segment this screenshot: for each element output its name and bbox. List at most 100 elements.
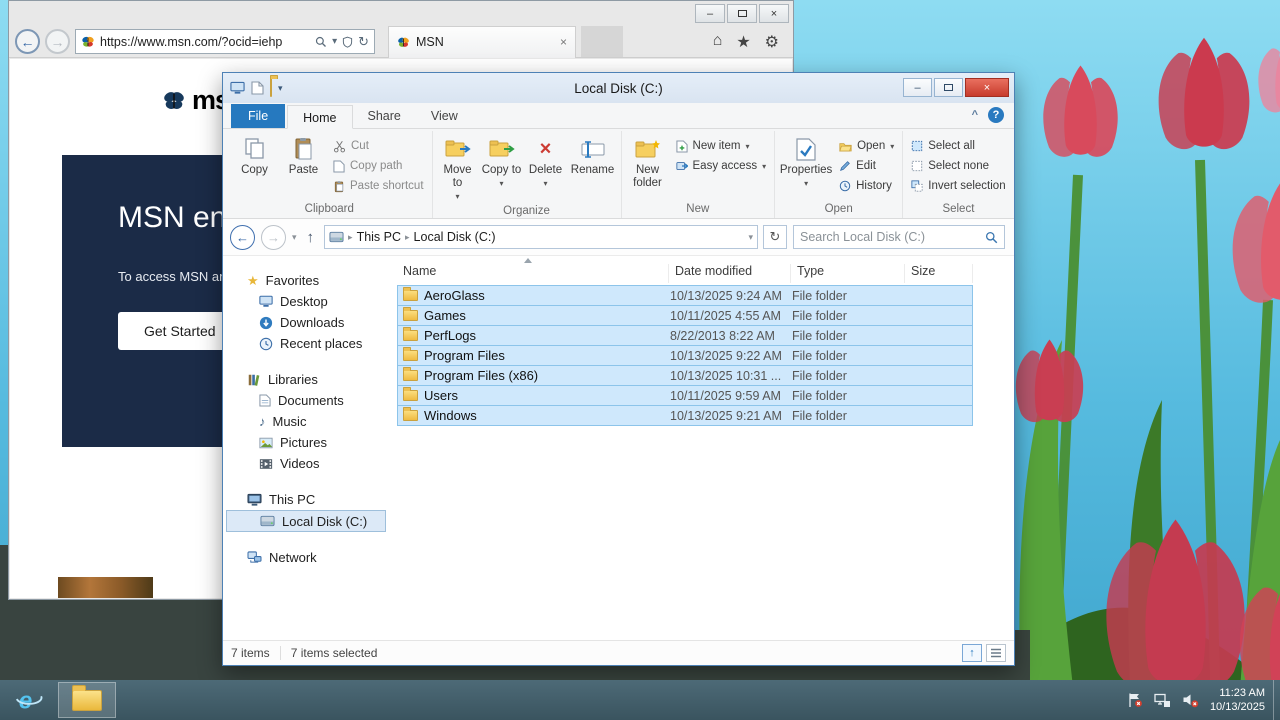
tab-msn[interactable]: MSN × (388, 25, 576, 58)
file-row-users[interactable]: Users 10/11/2025 9:59 AM File folder (397, 385, 973, 406)
qat-dropdown-icon[interactable]: ▾ (278, 83, 283, 94)
action-center-flag-icon[interactable] (1127, 692, 1143, 708)
breadcrumb-dropdown-icon[interactable]: ▾ (748, 232, 753, 243)
taskbar-clock[interactable]: 11:23 AM 10/13/2025 (1210, 686, 1265, 715)
chevron-right-icon[interactable]: ▸ (405, 232, 410, 243)
column-type[interactable]: Type (791, 264, 905, 283)
network-status-icon[interactable] (1154, 693, 1171, 708)
file-row-aeroglass[interactable]: AeroGlass 10/13/2025 9:24 AM File folder (397, 285, 973, 306)
history-button[interactable]: History (835, 176, 898, 196)
nav-back-button[interactable]: ← (230, 224, 255, 250)
select-none-button[interactable]: Select none (907, 156, 1009, 176)
ie-forward-button[interactable]: → (45, 29, 70, 54)
breadcrumb-this-pc[interactable]: This PC (357, 230, 401, 244)
sidebar-item-libraries[interactable]: Libraries (223, 369, 389, 390)
easy-access-button[interactable]: Easy access ▾ (672, 156, 771, 176)
column-size[interactable]: Size (905, 264, 973, 283)
new-item-button[interactable]: New item ▾ (672, 136, 771, 156)
file-row-program-files[interactable]: Program Files 10/13/2025 9:22 AM File fo… (397, 345, 973, 366)
url-text[interactable]: https://www.msn.com/?ocid=iehp (100, 35, 310, 49)
details-view-button[interactable] (986, 644, 1006, 662)
column-name[interactable]: Name (397, 264, 669, 283)
tab-close-icon[interactable]: × (560, 35, 567, 49)
window-title: Local Disk (C:) (574, 80, 663, 96)
show-desktop-button[interactable] (1273, 680, 1280, 720)
edit-button[interactable]: Edit (835, 156, 898, 176)
sidebar-item-this-pc[interactable]: This PC (223, 489, 389, 510)
sidebar-item-desktop[interactable]: Desktop (223, 291, 389, 312)
select-all-button[interactable]: Select all (907, 136, 1009, 156)
sidebar-item-documents[interactable]: Documents (223, 390, 389, 411)
rename-button[interactable]: Rename (569, 133, 617, 178)
sidebar-item-videos[interactable]: Videos (223, 453, 389, 474)
delete-button[interactable]: × Delete ▾ (525, 133, 567, 189)
new-tab-area[interactable] (581, 25, 623, 58)
sidebar-item-downloads[interactable]: Downloads (223, 312, 389, 333)
column-date-modified[interactable]: Date modified (669, 264, 791, 283)
search-icon[interactable] (985, 231, 998, 244)
collapse-ribbon-icon[interactable]: ^ (972, 109, 978, 121)
taskbar-internet-explorer-button[interactable]: e (0, 680, 58, 720)
tab-share[interactable]: Share (353, 104, 416, 128)
sidebar-item-local-disk-c[interactable]: Local Disk (C:) (226, 510, 386, 532)
sidebar-item-pictures[interactable]: Pictures (223, 432, 389, 453)
explorer-minimize-button[interactable]: – (903, 78, 932, 97)
tab-view[interactable]: View (416, 104, 473, 128)
copy-button[interactable]: Copy (231, 133, 278, 178)
computer-icon[interactable] (230, 81, 245, 95)
settings-gear-icon[interactable]: ⚙ (765, 32, 779, 52)
ie-maximize-button[interactable] (727, 4, 757, 23)
taskbar-file-explorer-button[interactable] (58, 682, 116, 718)
chevron-right-icon[interactable]: ▸ (348, 232, 353, 243)
file-row-program-files-x86[interactable]: Program Files (x86) 10/13/2025 10:31 ...… (397, 365, 973, 386)
open-button[interactable]: Open ▾ (835, 136, 898, 156)
nav-forward-button[interactable]: → (261, 224, 286, 250)
tab-home[interactable]: Home (287, 105, 353, 129)
folder-icon (403, 407, 418, 421)
paste-button[interactable]: Paste (280, 133, 327, 178)
address-bar[interactable]: https://www.msn.com/?ocid=iehp ▾ ↻ (75, 29, 375, 54)
folder-icon[interactable] (270, 78, 272, 97)
file-row-games[interactable]: Games 10/11/2025 4:55 AM File folder (397, 305, 973, 326)
explorer-titlebar[interactable]: ▾ Local Disk (C:) – × (223, 73, 1014, 103)
sidebar-item-favorites[interactable]: ★ Favorites (223, 270, 389, 291)
document-icon[interactable] (251, 81, 264, 95)
explorer-close-button[interactable]: × (965, 78, 1009, 97)
properties-button[interactable]: Properties ▾ (779, 133, 833, 189)
recent-locations-icon[interactable]: ▾ (292, 232, 297, 243)
search-input[interactable] (800, 230, 979, 244)
paste-shortcut-button[interactable]: Paste shortcut (329, 176, 428, 196)
copy-to-button[interactable]: Copy to ▾ (481, 133, 523, 189)
sidebar-item-network[interactable]: Network (223, 547, 389, 568)
ie-minimize-button[interactable]: – (695, 4, 725, 23)
ie-close-button[interactable]: × (759, 4, 789, 23)
breadcrumb-local-disk[interactable]: Local Disk (C:) (414, 230, 496, 244)
file-row-windows[interactable]: Windows 10/13/2025 9:21 AM File folder (397, 405, 973, 426)
volume-icon[interactable] (1182, 692, 1199, 708)
explorer-maximize-button[interactable] (934, 78, 963, 97)
cut-button[interactable]: Cut (329, 136, 428, 156)
favorites-star-icon[interactable]: ★ (736, 32, 750, 52)
file-row-perflogs[interactable]: PerfLogs 8/22/2013 8:22 AM File folder (397, 325, 973, 346)
refresh-button[interactable]: ↻ (763, 225, 787, 249)
new-folder-button[interactable]: New folder (626, 133, 670, 191)
home-icon[interactable]: ⌂ (713, 32, 723, 52)
ie-back-button[interactable]: ← (15, 29, 40, 54)
ie-titlebar[interactable]: – × (9, 1, 793, 26)
refresh-icon: ↻ (769, 229, 781, 244)
move-to-button[interactable]: Move to ▾ (437, 133, 479, 203)
sidebar-item-music[interactable]: ♪ Music (223, 411, 389, 432)
address-dropdown-icon[interactable]: ▾ (332, 36, 337, 47)
help-icon[interactable]: ? (988, 107, 1004, 123)
refresh-icon[interactable]: ↻ (358, 34, 369, 50)
quick-access-toolbar[interactable]: ▾ (230, 78, 283, 97)
sidebar-item-recent-places[interactable]: Recent places (223, 333, 389, 354)
search-icon[interactable] (315, 36, 327, 48)
breadcrumb[interactable]: ▸ This PC ▸ Local Disk (C:) ▾ (324, 225, 758, 249)
large-icons-view-button[interactable]: ↑ (962, 644, 982, 662)
search-box[interactable] (793, 225, 1005, 249)
invert-selection-button[interactable]: Invert selection (907, 176, 1009, 196)
copy-path-button[interactable]: Copy path (329, 156, 428, 176)
up-one-level-button[interactable]: ↑ (303, 229, 319, 246)
tab-file[interactable]: File (231, 104, 286, 128)
